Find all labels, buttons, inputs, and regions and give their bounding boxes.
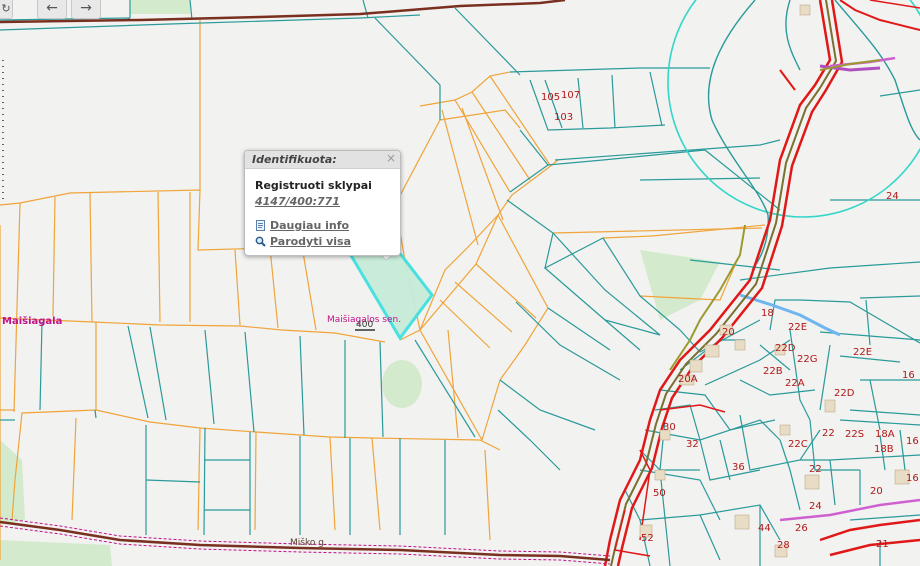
parcel-label: 30	[663, 422, 676, 433]
parcel-label: 50	[653, 488, 666, 499]
parcel-label: 22B	[763, 366, 783, 377]
more-info-link[interactable]: Daugiau info	[255, 219, 349, 232]
arrow-right-icon: →	[80, 0, 92, 16]
show-all-label: Parodyti visa	[270, 235, 351, 248]
refresh-icon: ↻	[1, 1, 11, 15]
parcel-label: 22S	[845, 429, 864, 440]
parcel-label: 22G	[797, 354, 817, 365]
identify-popup: Identifikuota: × Registruoti sklypai 414…	[244, 150, 401, 256]
parcel-label: 22A	[785, 378, 805, 389]
parcel-label: 16	[906, 473, 919, 484]
parcel-label: 52	[641, 533, 654, 544]
parcel-label: 22E	[788, 322, 807, 333]
parcel-label: 22D	[775, 343, 796, 354]
parcel-label: 16	[906, 436, 919, 447]
parcel-label: 24	[886, 191, 899, 202]
parcel-label: 22D	[834, 388, 855, 399]
parcel-label: 28	[777, 540, 790, 551]
parcel-label: 107	[561, 90, 580, 101]
parcel-label: 21	[876, 539, 889, 550]
parcel-label: 22	[809, 464, 822, 475]
more-info-label: Daugiau info	[270, 219, 350, 232]
village-label: Maišiagala	[2, 315, 62, 327]
magnifier-icon	[255, 236, 266, 247]
parcel-label: 103	[554, 112, 573, 123]
parcel-id-link[interactable]: 4147/400:771	[255, 195, 340, 208]
parcel-label: 20	[870, 486, 883, 497]
parcel-label: 18A	[875, 429, 895, 440]
show-all-link[interactable]: Parodyti visa	[255, 235, 351, 248]
refresh-button[interactable]: ↻	[0, 0, 13, 19]
parcel-label: 18B	[874, 444, 894, 455]
parcel-label: 105	[541, 92, 560, 103]
parcel-label: 26	[795, 523, 808, 534]
parcel-label: 44	[758, 523, 771, 534]
popup-header: Identifikuota: ×	[245, 151, 400, 169]
parcel-label: 20	[722, 327, 735, 338]
parcel-number-400: 400	[356, 320, 373, 330]
close-icon[interactable]: ×	[386, 151, 396, 165]
parcel-label: 24	[809, 501, 822, 512]
document-icon	[256, 220, 265, 231]
parcel-label: 22	[822, 428, 835, 439]
parcel-label: 18	[761, 308, 774, 319]
road-label: Miško g.	[290, 537, 327, 548]
forward-button[interactable]: →	[71, 0, 101, 19]
map-toolbar: ↻ ← →	[0, 0, 101, 19]
layer-name: Registruoti sklypai	[255, 179, 372, 192]
parcel-label: 22E	[853, 347, 872, 358]
cadastral-map[interactable]: 105 107 103 24 18 20 22E 22D 22G 22E 22B…	[0, 0, 920, 566]
popup-title: Identifikuota:	[252, 153, 337, 166]
arrow-left-icon: ←	[46, 0, 58, 16]
parcel-label: 16	[902, 370, 915, 381]
parcel-label: 36	[732, 462, 745, 473]
parcel-label: 22C	[788, 439, 808, 450]
parcel-label: 20A	[678, 374, 698, 385]
parcel-label: 32	[686, 439, 699, 450]
back-button[interactable]: ←	[37, 0, 67, 19]
